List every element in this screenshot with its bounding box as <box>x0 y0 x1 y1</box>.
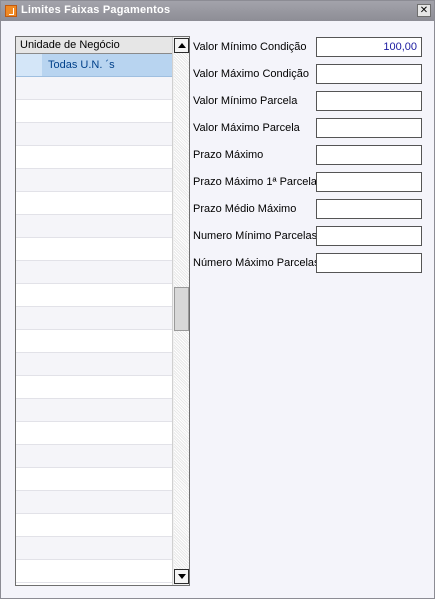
table-row[interactable] <box>16 169 172 192</box>
table-row[interactable] <box>16 330 172 353</box>
table-row[interactable] <box>16 307 172 330</box>
table-row[interactable] <box>16 422 172 445</box>
table-row[interactable] <box>16 537 172 560</box>
app-icon <box>5 5 17 17</box>
input-valor-minimo-condicao[interactable]: 100,00 <box>316 37 422 57</box>
table-row[interactable] <box>16 238 172 261</box>
input-prazo-maximo-1a-parcela[interactable] <box>316 172 422 192</box>
unidade-negocio-grid[interactable]: Unidade de Negócio Todas U.N. ´s <box>15 36 190 586</box>
grid-body: Todas U.N. ´s <box>16 54 172 583</box>
table-row[interactable] <box>16 100 172 123</box>
input-numero-minimo-parcelas[interactable] <box>316 226 422 246</box>
table-row[interactable] <box>16 399 172 422</box>
grid-header-unidade[interactable]: Unidade de Negócio <box>16 37 172 54</box>
table-row[interactable] <box>16 468 172 491</box>
grid-header-label: Unidade de Negócio <box>20 39 120 51</box>
input-prazo-maximo[interactable] <box>316 145 422 165</box>
label-valor-minimo-parcela: Valor Mínimo Parcela <box>193 95 298 107</box>
label-prazo-medio-maximo: Prazo Médio Máximo <box>193 203 297 215</box>
label-valor-minimo-condicao: Valor Mínimo Condição <box>193 41 307 53</box>
table-row[interactable] <box>16 353 172 376</box>
grid-vertical-scrollbar[interactable] <box>172 37 189 585</box>
input-prazo-medio-maximo[interactable] <box>316 199 422 219</box>
input-numero-maximo-parcelas[interactable] <box>316 253 422 273</box>
table-row[interactable] <box>16 445 172 468</box>
table-row[interactable] <box>16 491 172 514</box>
label-valor-maximo-condicao: Valor Máximo Condição <box>193 68 309 80</box>
input-valor-maximo-condicao[interactable] <box>316 64 422 84</box>
label-numero-maximo-parcelas: Número Máximo Parcelas <box>193 257 320 269</box>
label-prazo-maximo: Prazo Máximo <box>193 149 264 161</box>
table-row[interactable] <box>16 261 172 284</box>
scroll-up-arrow-icon[interactable] <box>174 38 189 53</box>
table-row[interactable] <box>16 514 172 537</box>
table-row[interactable]: Todas U.N. ´s <box>16 54 172 77</box>
input-valor-maximo-parcela[interactable] <box>316 118 422 138</box>
table-row[interactable] <box>16 77 172 100</box>
limites-faixas-window: Limites Faixas Pagamentos ✕ Unidade de N… <box>0 0 435 599</box>
table-row[interactable] <box>16 560 172 583</box>
cell-unidade: Todas U.N. ´s <box>48 59 115 71</box>
window-title: Limites Faixas Pagamentos <box>21 4 171 16</box>
table-row[interactable] <box>16 215 172 238</box>
table-row[interactable] <box>16 146 172 169</box>
input-valor-minimo-parcela[interactable] <box>316 91 422 111</box>
close-button[interactable]: ✕ <box>417 4 431 17</box>
table-row[interactable] <box>16 192 172 215</box>
row-indicator <box>16 54 42 76</box>
label-prazo-maximo-1a-parcela: Prazo Máximo 1ª Parcela <box>193 176 317 188</box>
table-row[interactable] <box>16 376 172 399</box>
scroll-thumb[interactable] <box>174 287 189 331</box>
table-row[interactable] <box>16 123 172 146</box>
table-row[interactable] <box>16 284 172 307</box>
label-valor-maximo-parcela: Valor Máximo Parcela <box>193 122 300 134</box>
title-bar[interactable]: Limites Faixas Pagamentos ✕ <box>1 1 434 21</box>
label-numero-minimo-parcelas: Numero Mínimo Parcelas <box>193 230 318 242</box>
scroll-down-arrow-icon[interactable] <box>174 569 189 584</box>
